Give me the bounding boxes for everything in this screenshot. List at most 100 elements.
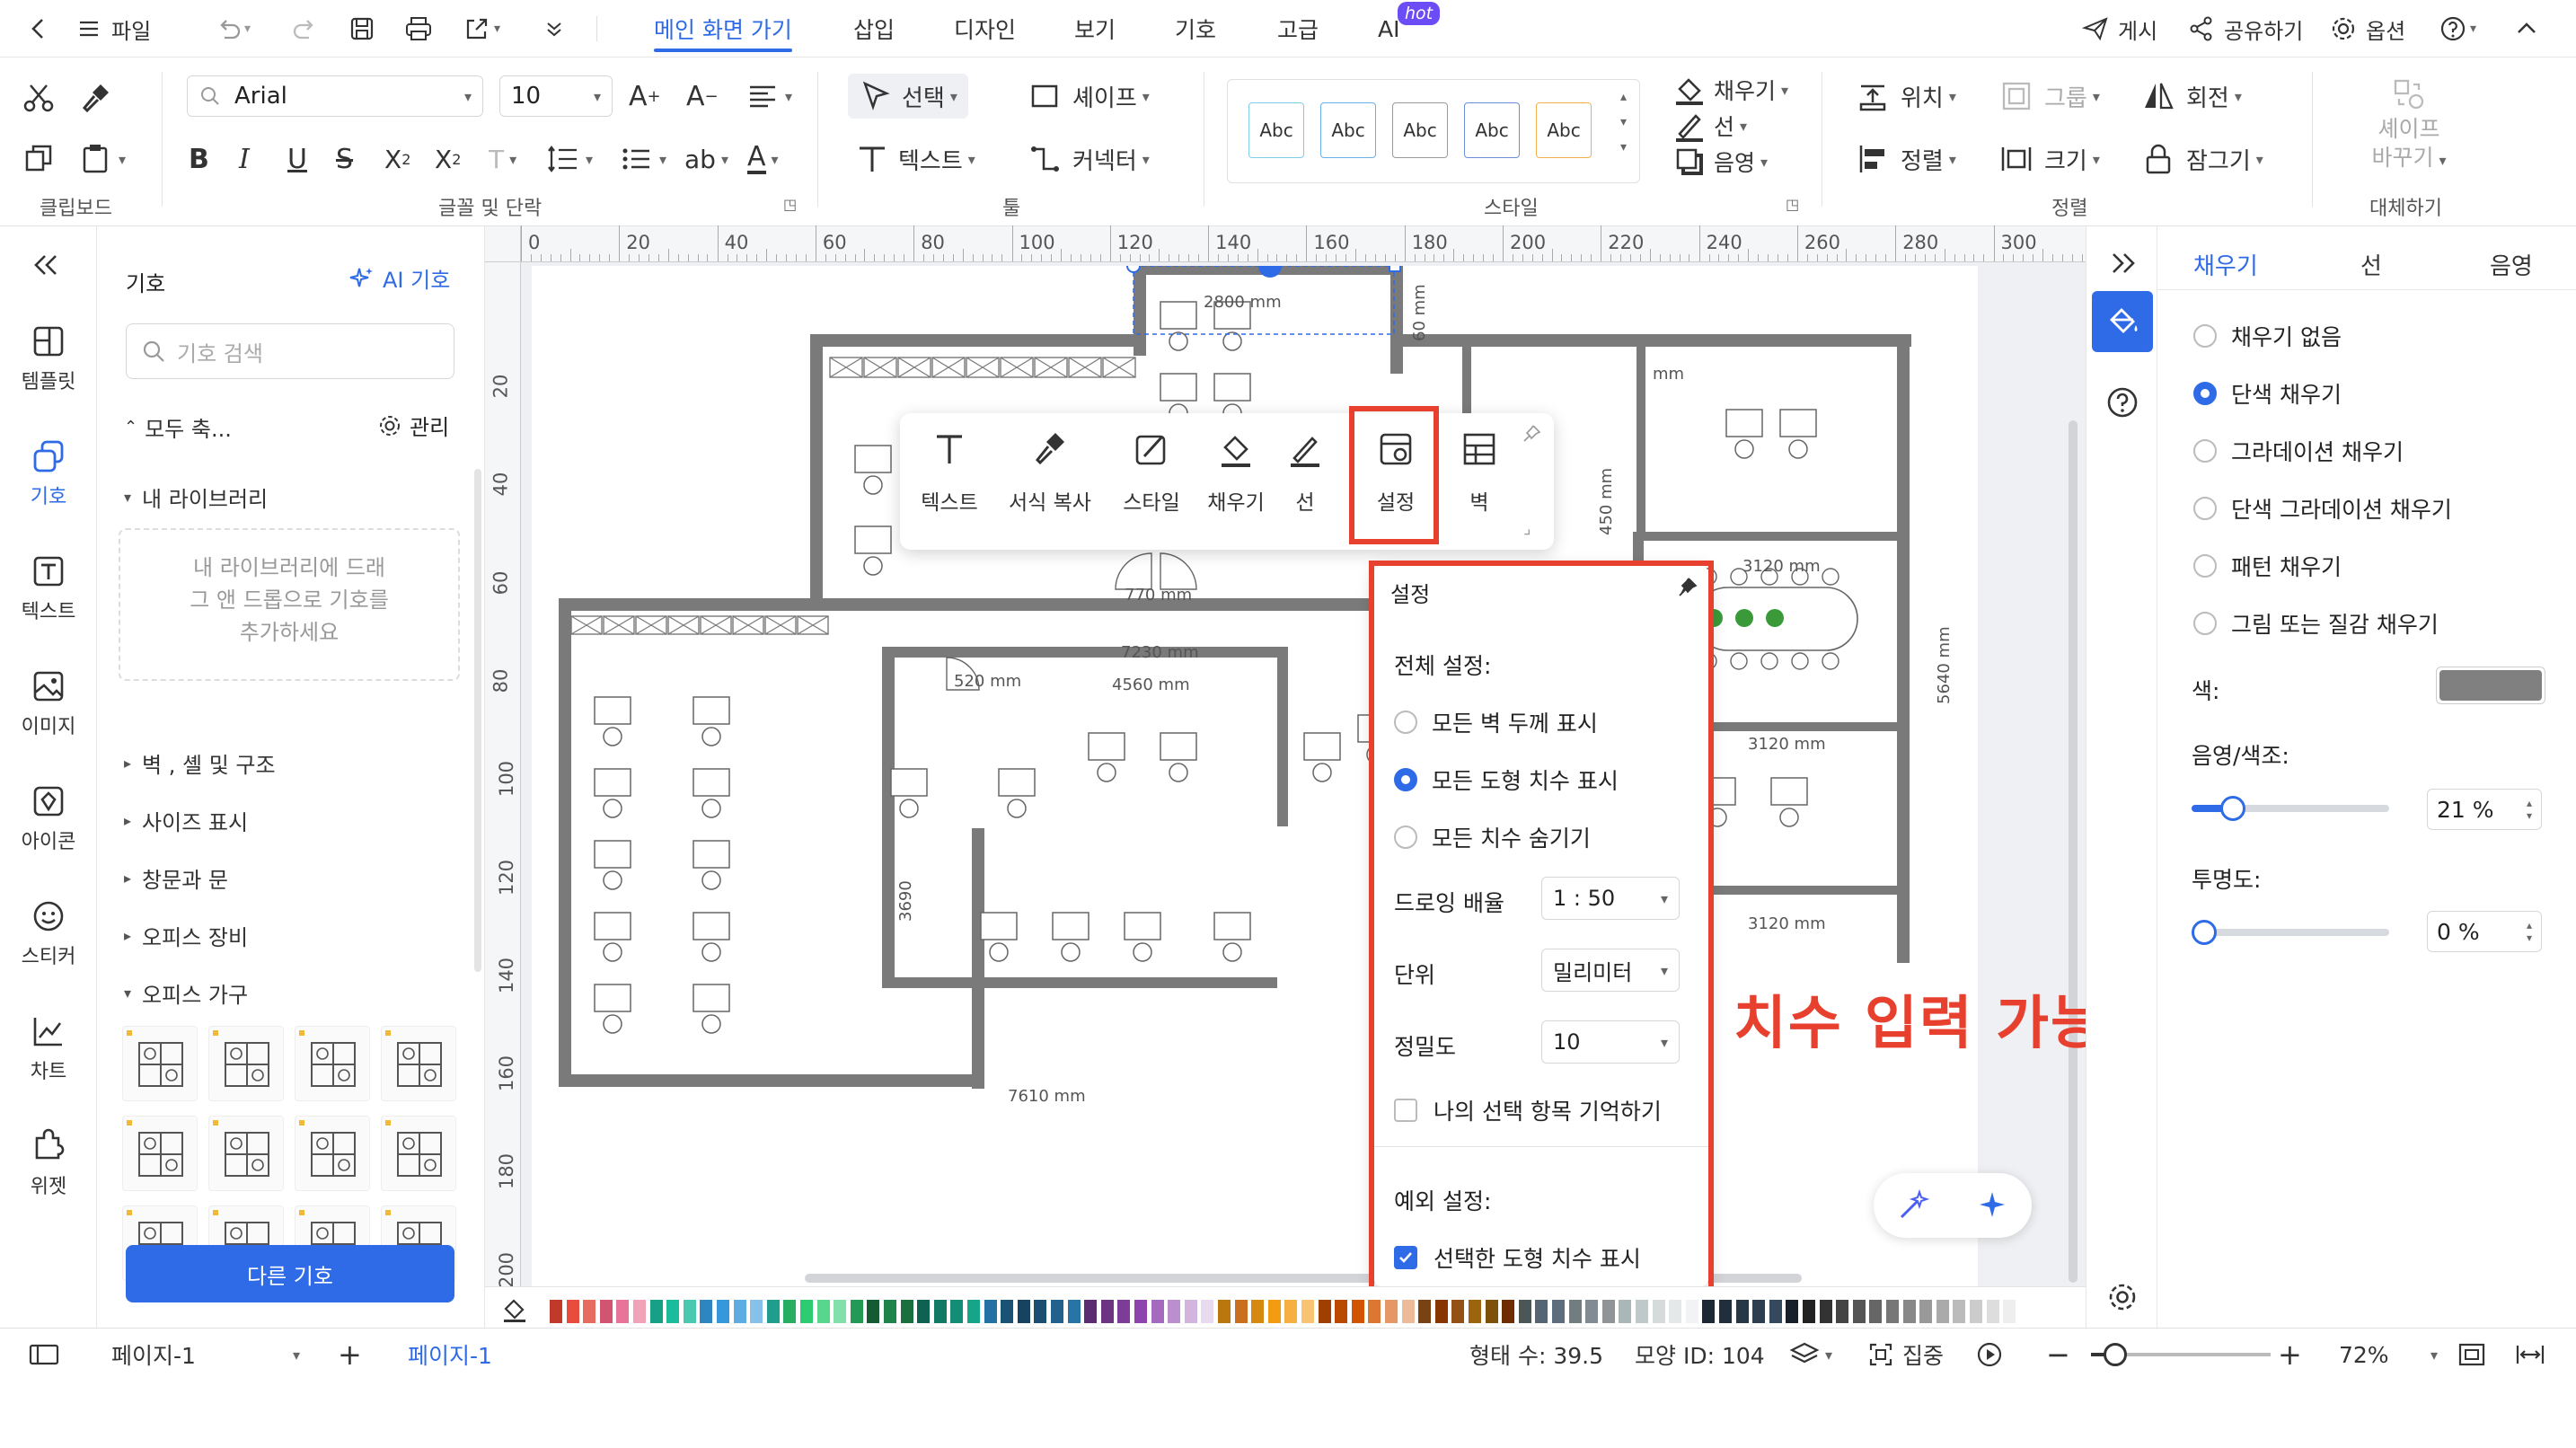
fb-style-button[interactable]: 스타일 — [1108, 429, 1195, 537]
italic-icon[interactable]: I — [239, 137, 250, 181]
fill-option-solid[interactable]: 단색 채우기 — [2193, 377, 2342, 410]
lock-button[interactable]: 잠그기 ▾ — [2141, 137, 2263, 181]
color-swatch[interactable] — [1535, 1300, 1548, 1323]
text-tool-button[interactable]: 텍스트 ▾ — [855, 137, 975, 181]
color-swatch[interactable] — [550, 1300, 562, 1323]
color-swatch[interactable] — [1067, 1300, 1081, 1323]
ai-symbols-button[interactable]: AI 기호 — [348, 262, 450, 294]
nav-text[interactable]: 텍스트 — [0, 539, 97, 638]
category-dimensions[interactable]: ▸ 사이즈 표시 — [124, 805, 248, 836]
color-swatch[interactable] — [783, 1300, 797, 1323]
fill-option-gradient[interactable]: 그라데이션 채우기 — [2193, 435, 2404, 467]
color-swatch[interactable] — [1669, 1300, 1682, 1323]
fb-wall-button[interactable]: 벽 — [1439, 429, 1520, 537]
furniture-symbol[interactable] — [122, 1116, 198, 1191]
tab-advanced[interactable]: 고급 — [1277, 0, 1319, 57]
color-swatch[interactable] — [700, 1300, 713, 1323]
color-swatch[interactable] — [1836, 1300, 1849, 1323]
fill-radio-3[interactable] — [2193, 497, 2217, 520]
color-swatch[interactable] — [1017, 1300, 1030, 1323]
color-swatch[interactable] — [1769, 1300, 1782, 1323]
color-swatch[interactable] — [1351, 1300, 1364, 1323]
tab-ai[interactable]: AI — [1378, 0, 1399, 57]
nav-templates[interactable]: 템플릿 — [0, 309, 97, 408]
focus-mode-button[interactable]: 집중 — [1868, 1329, 1944, 1381]
rotate-button[interactable]: 회전 ▾ — [2141, 74, 2242, 119]
color-swatch[interactable] — [649, 1300, 663, 1323]
replace-shape-button[interactable]: 셰이프 바꾸기 ▾ — [2366, 77, 2452, 175]
nav-widgets[interactable]: 위젯 — [0, 1114, 97, 1213]
redo-icon[interactable] — [291, 0, 318, 57]
color-swatch[interactable] — [1267, 1300, 1281, 1323]
style-sample-5[interactable]: Abc — [1536, 102, 1592, 158]
color-swatch[interactable] — [750, 1300, 763, 1323]
category-office-furniture[interactable]: ▾ 오피스 가구 — [124, 977, 248, 1009]
color-swatch[interactable] — [867, 1300, 880, 1323]
fill-radio-2[interactable] — [2193, 439, 2217, 463]
play-icon[interactable] — [1976, 1329, 2003, 1381]
resize-corner-icon[interactable]: ⌟ — [1523, 519, 1531, 538]
add-page-icon[interactable]: + — [338, 1329, 362, 1381]
color-swatch[interactable] — [1652, 1300, 1665, 1323]
color-swatch[interactable] — [733, 1300, 746, 1323]
line-button[interactable]: 선 ▾ — [1672, 106, 1747, 146]
color-swatch[interactable] — [566, 1300, 579, 1323]
color-swatch[interactable] — [616, 1300, 630, 1323]
share-button[interactable]: 공유하기 — [2188, 0, 2303, 57]
fill-radio-5[interactable] — [2193, 612, 2217, 635]
color-swatch[interactable] — [1318, 1300, 1331, 1323]
collapse-ribbon-icon[interactable] — [2515, 0, 2538, 57]
fill-option-picture[interactable]: 그림 또는 질감 채우기 — [2193, 607, 2439, 640]
nav-charts[interactable]: 차트 — [0, 999, 97, 1098]
increase-font-icon[interactable]: A + — [629, 74, 661, 119]
zoom-slider[interactable] — [2091, 1343, 2271, 1366]
fb-text-button[interactable]: 텍스트 — [900, 429, 999, 537]
nav-stickers[interactable]: 스티커 — [0, 884, 97, 983]
fill-radio-1[interactable] — [2193, 382, 2217, 405]
file-menu[interactable]: 파일 — [77, 0, 151, 57]
color-picker[interactable] — [2436, 667, 2545, 704]
color-swatch[interactable] — [1601, 1300, 1615, 1323]
font-size-select[interactable]: 10 ▾ — [499, 75, 613, 117]
furniture-symbol[interactable] — [295, 1116, 370, 1191]
tab-insert[interactable]: 삽입 — [853, 0, 895, 57]
color-swatch[interactable] — [1852, 1300, 1866, 1323]
transparency-slider-thumb[interactable] — [2192, 920, 2217, 945]
export-icon[interactable]: ▾ — [463, 0, 500, 57]
text-case-icon[interactable]: T ▾ — [489, 137, 516, 181]
superscript-icon[interactable]: X2 — [384, 137, 410, 181]
post-button[interactable]: 게시 — [2082, 0, 2157, 57]
style-sample-3[interactable]: Abc — [1392, 102, 1448, 158]
color-swatch[interactable] — [1151, 1300, 1164, 1323]
color-swatch[interactable] — [1201, 1300, 1214, 1323]
nav-image[interactable]: 이미지 — [0, 654, 97, 753]
color-swatch[interactable] — [1368, 1300, 1381, 1323]
symbol-search-input[interactable]: 기호 검색 — [126, 323, 454, 379]
align-button[interactable]: 정렬 ▾ — [1856, 137, 1956, 181]
bold-icon[interactable]: B — [189, 137, 209, 181]
color-swatch[interactable] — [1719, 1300, 1732, 1323]
color-swatch[interactable] — [1034, 1300, 1047, 1323]
color-swatch[interactable] — [1735, 1300, 1749, 1323]
category-office-equipment[interactable]: ▸ 오피스 장비 — [124, 920, 248, 951]
fit-page-icon[interactable] — [2457, 1329, 2486, 1381]
furniture-symbol[interactable] — [122, 1026, 198, 1101]
color-swatch[interactable] — [1619, 1300, 1632, 1323]
fill-palette-icon[interactable] — [501, 1296, 528, 1323]
font-color-icon[interactable]: A ▾ — [747, 137, 779, 181]
color-swatch[interactable] — [1001, 1300, 1014, 1323]
furniture-symbol[interactable] — [381, 1026, 456, 1101]
transparency-slider[interactable] — [2192, 920, 2389, 945]
help-icon[interactable] — [2106, 386, 2139, 419]
underline-icon[interactable]: U — [287, 137, 307, 181]
my-library-header[interactable]: ▾ 내 라이브러리 — [124, 481, 268, 513]
color-swatch[interactable] — [717, 1300, 729, 1323]
page-select[interactable]: 페이지-1 ▾ — [111, 1329, 300, 1381]
color-swatch[interactable] — [599, 1300, 613, 1323]
style-sample-4[interactable]: Abc — [1464, 102, 1520, 158]
color-swatch[interactable] — [1301, 1300, 1314, 1323]
color-swatch[interactable] — [1184, 1300, 1197, 1323]
color-swatch[interactable] — [850, 1300, 863, 1323]
color-swatch[interactable] — [1117, 1300, 1131, 1323]
help-icon[interactable]: ▾ — [2439, 0, 2476, 57]
